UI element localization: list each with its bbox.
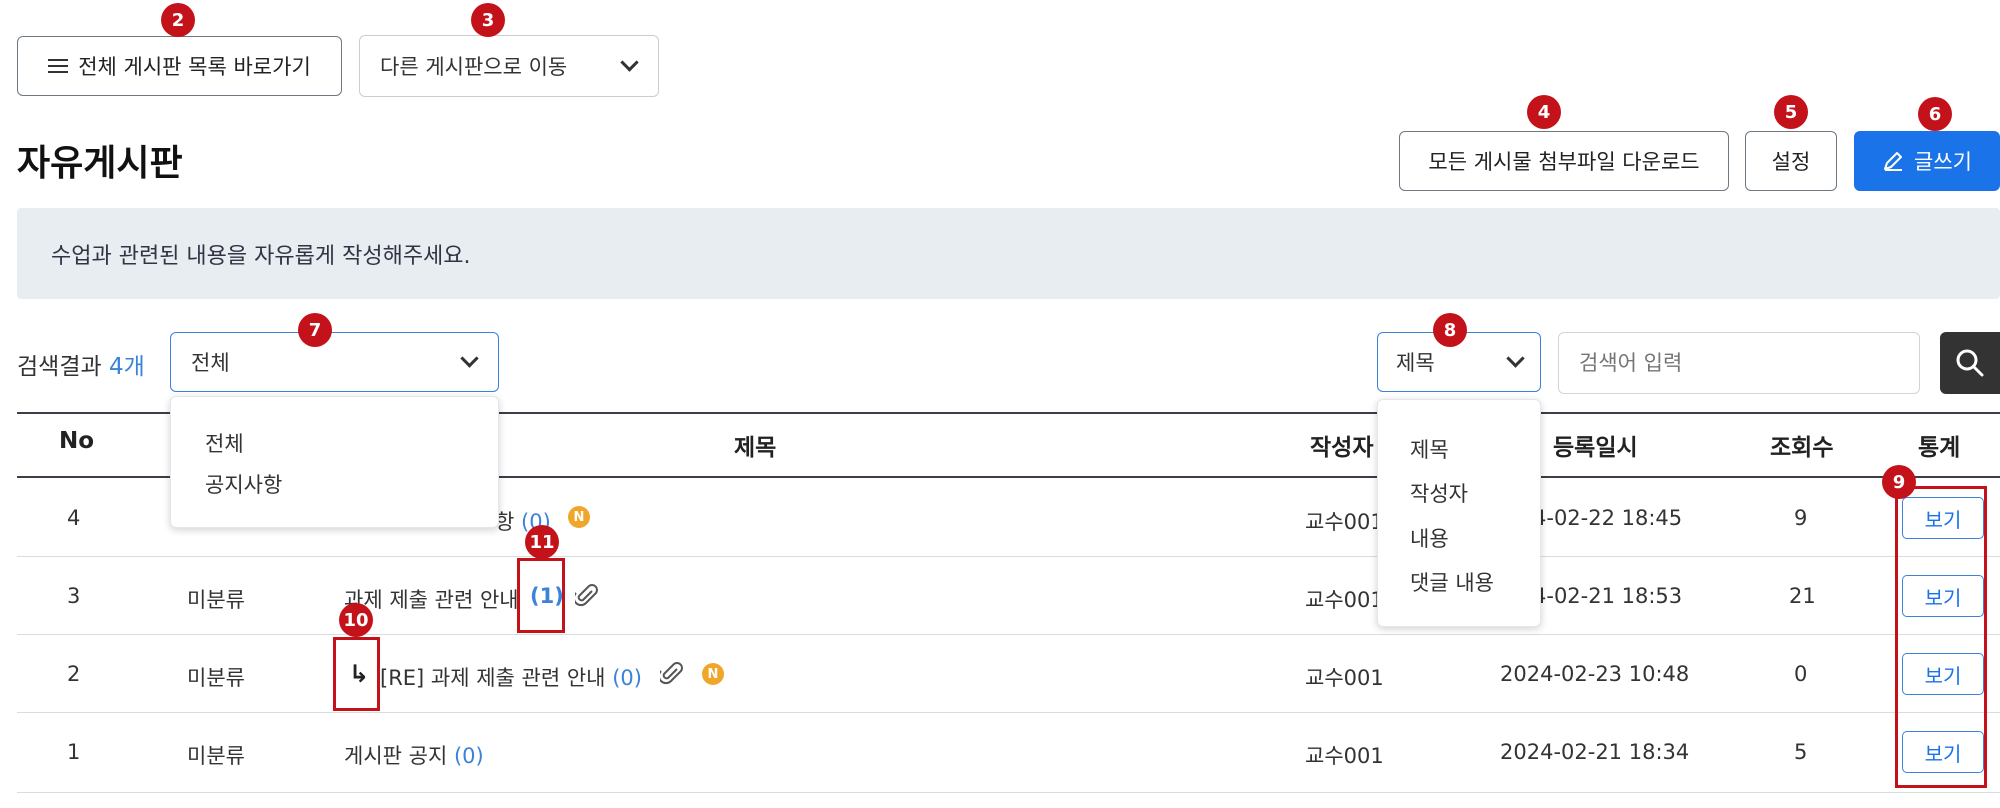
category-dropdown: 전체 공지사항 [170,396,499,528]
new-post-icon: N [568,506,590,528]
row-views: 0 [1794,662,1808,686]
row-date: 2024-02-21 18:34 [1500,740,1690,764]
annotation-box-stats [1895,486,1987,788]
search-field-option[interactable]: 댓글 내용 [1410,567,1494,597]
marker-badge: 6 [1918,97,1952,131]
row-author: 교수001 [1305,666,1384,690]
menu-icon [48,59,69,73]
chevron-down-icon [460,349,479,368]
column-header-title: 제목 [734,435,777,461]
search-result-prefix: 검색결과 [17,354,102,380]
annotation-box-comment [517,558,565,633]
row-no: 4 [67,506,81,530]
pencil-icon [1884,152,1903,171]
row-date: 4-02-21 18:53 [1533,584,1683,608]
marker-badge: 10 [339,603,373,637]
column-header-author: 작성자 [1310,435,1374,461]
marker-badge: 11 [525,525,559,559]
search-field-option[interactable]: 내용 [1410,523,1449,553]
annotation-box-reply [333,637,380,711]
column-header-no: No [59,428,95,454]
search-field-dropdown: 제목 작성자 내용 댓글 내용 [1377,399,1541,627]
row-no: 2 [67,662,81,686]
comment-count[interactable]: (0) [612,666,642,690]
chevron-down-icon [1506,349,1525,368]
column-header-views: 조회수 [1770,435,1834,461]
row-title-link[interactable]: 과제 제출 관련 안내 [344,584,519,614]
row-views: 5 [1794,740,1808,764]
row-divider [17,556,2000,557]
attachment-icon [575,584,598,607]
write-button[interactable]: 글쓰기 [1854,131,2000,191]
column-header-stats: 통계 [1918,435,1961,461]
write-label: 글쓰기 [1914,150,1972,174]
marker-badge: 3 [471,3,505,37]
board-description: 수업과 관련된 내용을 자유롭게 작성해주세요. [17,208,2000,299]
settings-button[interactable]: 설정 [1745,131,1837,191]
category-option[interactable]: 공지사항 [205,469,282,499]
marker-badge: 4 [1527,95,1561,129]
row-date: 2024-02-23 10:48 [1500,662,1690,686]
attachment-icon [660,662,683,685]
search-field-value: 제목 [1396,351,1435,375]
marker-badge: 2 [161,3,195,37]
search-result-number: 4개 [108,354,145,380]
chevron-down-icon [620,53,639,72]
row-author: 교수001 [1305,510,1384,534]
marker-badge: 5 [1774,95,1808,129]
row-title-link[interactable]: [RE] 과제 제출 관련 안내 (0) [380,662,642,692]
row-views: 21 [1789,584,1816,608]
column-header-date: 등록일시 [1553,435,1638,461]
board-list-label: 전체 게시판 목록 바로가기 [78,55,311,79]
search-button[interactable] [1940,332,2000,394]
marker-badge: 9 [1882,465,1916,499]
category-option[interactable]: 전체 [205,428,244,458]
row-divider [17,634,2000,635]
row-category: 미분류 [187,744,245,768]
move-board-select[interactable]: 다른 게시판으로 이동 [359,35,659,97]
row-divider [17,792,2000,793]
page-title: 자유게시판 [17,143,183,184]
row-title: [RE] 과제 제출 관련 안내 [380,666,606,690]
move-board-label: 다른 게시판으로 이동 [380,55,568,79]
search-icon [1956,349,1984,377]
row-title: 과제 제출 관련 안내 [344,588,519,612]
marker-badge: 8 [1433,313,1467,347]
row-no: 1 [67,740,81,764]
row-date: 4-02-22 18:45 [1533,506,1683,530]
download-all-button[interactable]: 모든 게시물 첨부파일 다운로드 [1399,131,1729,191]
category-select[interactable]: 전체 [170,332,499,392]
search-result-count: 검색결과 4개 [17,347,145,381]
row-category: 미분류 [187,588,245,612]
download-all-label: 모든 게시물 첨부파일 다운로드 [1428,150,1700,174]
row-views: 9 [1794,506,1808,530]
search-input[interactable] [1558,332,1920,394]
row-category: 미분류 [187,666,245,690]
row-divider [17,712,2000,713]
row-title-link[interactable]: 게시판 공지 (0) [344,740,484,770]
marker-badge: 7 [298,313,332,347]
new-post-icon: N [702,663,724,685]
comment-count[interactable]: (0) [454,744,484,768]
row-title: 게시판 공지 [344,744,448,768]
settings-label: 설정 [1771,150,1811,174]
row-author: 교수001 [1305,588,1384,612]
row-no: 3 [67,584,81,608]
search-field-option[interactable]: 제목 [1410,434,1449,464]
category-select-value: 전체 [191,351,230,375]
row-author: 교수001 [1305,744,1384,768]
board-list-button[interactable]: 전체 게시판 목록 바로가기 [17,36,342,96]
search-field-option[interactable]: 작성자 [1410,478,1468,508]
board-description-text: 수업과 관련된 내용을 자유롭게 작성해주세요. [51,244,471,269]
